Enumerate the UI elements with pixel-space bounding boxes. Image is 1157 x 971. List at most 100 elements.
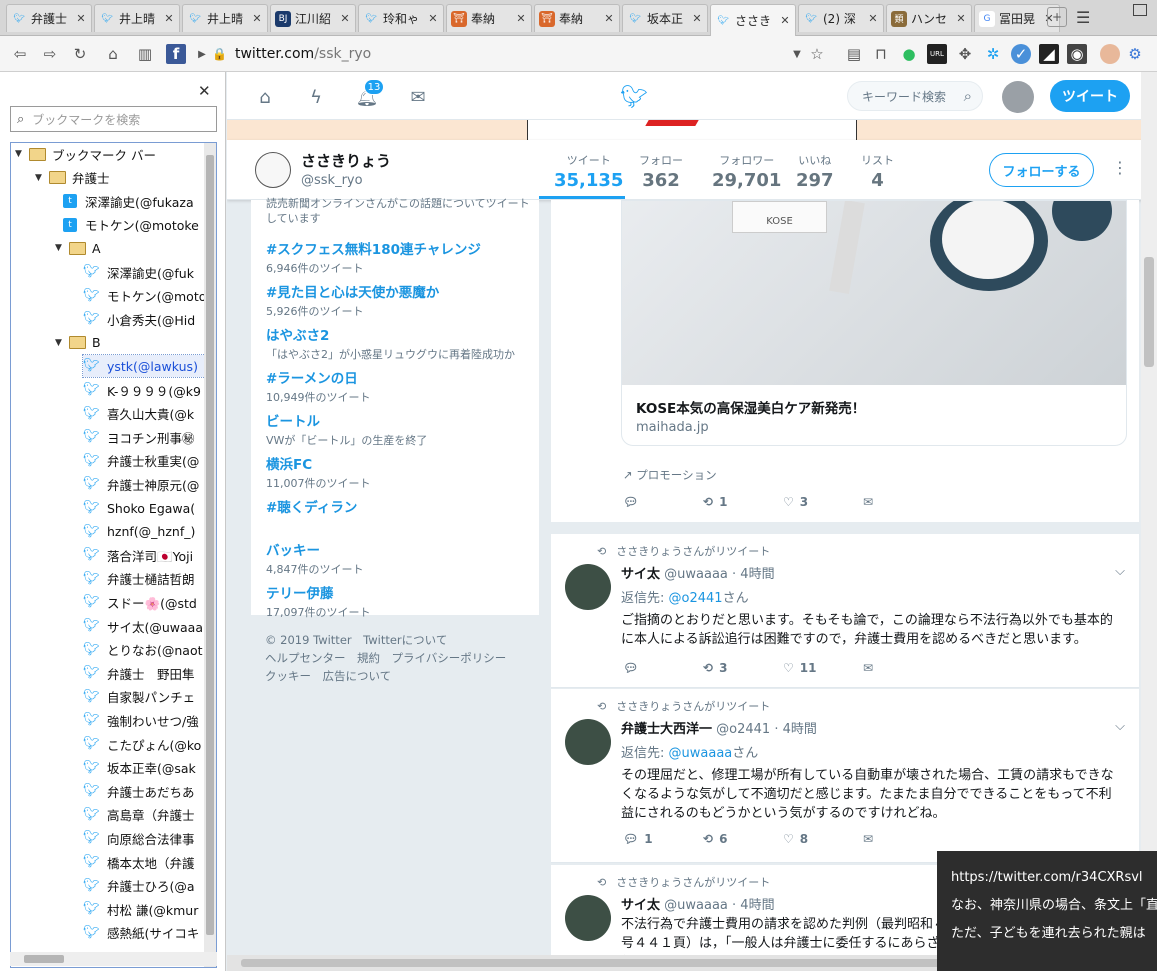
bookmark-item[interactable]: 🐦︎ 小倉秀夫(@Hid — [83, 308, 216, 330]
tweet-author[interactable]: サイ太 @uwaaaa · 4時間 — [621, 894, 775, 913]
retweet-button[interactable]: ⟲ 1 — [703, 495, 783, 509]
horizontal-scrollbar[interactable] — [10, 952, 217, 966]
like-button[interactable]: ♡ 11 — [783, 661, 863, 675]
chevron-down-icon[interactable]: ⌵ — [1115, 719, 1125, 734]
trend-item[interactable]: #見た目と心は天使か悪魔か 5,926件のツイート — [266, 281, 531, 319]
close-tab-icon[interactable]: ✕ — [163, 12, 175, 25]
extension-icon[interactable]: ✲ — [983, 44, 1003, 64]
trend-item[interactable]: #スクフェス無料180連チャレンジ 6,946件のツイート — [266, 238, 531, 276]
bookmark-item[interactable]: 🐦︎ 向原総合法律事 — [83, 827, 216, 849]
footer-line-2[interactable]: ヘルプセンター 規約 プライバシーポリシー — [265, 650, 506, 666]
bookmark-item[interactable]: 🐦︎ 弁護士 野田隼 — [83, 662, 216, 684]
home-icon[interactable]: ⌂ — [254, 86, 276, 108]
tab-7[interactable]: ⛩ 奉納 ✕ — [534, 4, 620, 32]
reply-icon[interactable]: 💬︎ — [623, 495, 703, 509]
bookmark-item[interactable]: 🐦︎ ヨコチン刑事㊙ — [83, 426, 216, 448]
url-shortener-icon[interactable]: URL — [927, 44, 947, 64]
twitter-bird-icon[interactable]: 🐦︎ — [620, 85, 648, 110]
bookmark-item[interactable]: 🐦︎ Shoko Egawa( — [83, 497, 216, 519]
trend-item[interactable]: ビートル VWが「ビートル」の生産を終了 — [266, 410, 531, 448]
tweet-author[interactable]: 弁護士大西洋一 @o2441 · 4時間 — [621, 718, 817, 737]
trend-item[interactable]: #聴くディラン — [266, 496, 531, 518]
like-button[interactable]: ♡ 8 — [783, 832, 863, 846]
avatar[interactable] — [1002, 81, 1034, 113]
back-icon[interactable]: ⇦ — [10, 44, 30, 64]
bookmark-search-input[interactable]: ⌕ ブックマークを検索 — [10, 106, 217, 132]
tweet-avatar[interactable] — [565, 564, 611, 610]
bookmark-item[interactable]: 🐦︎ 弁護士神原元(@ — [83, 473, 216, 495]
retweet-button[interactable]: ⟲ 3 — [703, 661, 783, 675]
close-icon[interactable]: ✕ — [198, 82, 211, 100]
expand-triangle-icon[interactable]: ▼ — [15, 149, 29, 159]
dm-icon[interactable]: ✉ — [863, 495, 943, 509]
bookmark-folder[interactable]: ▼ A — [55, 237, 216, 259]
settings-gear-icon[interactable]: ⚙ — [1125, 44, 1145, 64]
bookmark-item[interactable]: t モトケン(@motoke — [63, 214, 216, 236]
new-tab-button[interactable]: + — [1047, 7, 1067, 27]
evernote-icon[interactable]: ● — [899, 44, 919, 64]
profile-stat-4[interactable]: いいね 297 — [796, 152, 834, 191]
bookmark-item[interactable]: 🐦︎ こたぴょん(@ko — [83, 733, 216, 755]
reload-icon[interactable]: ↻ — [70, 44, 90, 64]
chevron-down-icon[interactable]: ⌵ — [1115, 564, 1125, 579]
bookmark-item[interactable]: 🐦︎ 高島章（弁護士 — [83, 804, 216, 826]
reply-button[interactable]: 💬︎ — [623, 661, 703, 675]
bookmark-item[interactable]: 🐦︎ 弁護士あだちあ — [83, 780, 216, 802]
bookmark-item[interactable]: 🐦︎ 強制わいせつ/強 — [83, 709, 216, 731]
bookmark-item[interactable]: 🐦︎ モトケン(@moto — [83, 285, 216, 307]
move-icon[interactable]: ✥ — [955, 44, 975, 64]
dm-icon[interactable]: ✉ — [863, 661, 943, 675]
close-tab-icon[interactable]: ✕ — [251, 12, 263, 25]
expand-triangle-icon[interactable]: ▼ — [55, 338, 69, 348]
bookmark-item[interactable]: 🐦︎ 深澤諭史(@fuk — [83, 261, 216, 283]
dm-icon[interactable]: ✉ — [863, 832, 943, 846]
messages-envelope-icon[interactable]: ✉ — [407, 86, 429, 108]
expand-triangle-icon[interactable]: ▼ — [35, 173, 49, 183]
bookmark-icon[interactable]: ⊓ — [871, 44, 891, 64]
profile-stat-5[interactable]: リスト 4 — [861, 152, 894, 191]
twitter-search-input[interactable]: キーワード検索 ⌕ — [847, 81, 983, 111]
bookmark-folder[interactable]: ▼ B — [55, 332, 216, 354]
profile-stat-2[interactable]: フォロー 362 — [639, 152, 683, 191]
bookmark-item[interactable]: 🐦︎ 村松 謙(@kmur — [83, 898, 216, 920]
close-tab-icon[interactable]: ✕ — [955, 12, 967, 25]
tweet-time[interactable]: · 4時間 — [732, 898, 775, 913]
like-button[interactable]: ♡ 3 — [783, 495, 863, 509]
close-tab-icon[interactable]: ✕ — [691, 12, 703, 25]
reading-list-icon[interactable]: ▤ — [844, 44, 864, 64]
trend-item[interactable]: テリー伊藤 17,097件のツイート — [266, 582, 531, 620]
tweet-time[interactable]: · 4時間 — [774, 722, 817, 737]
tagging-icon[interactable]: ◢ — [1039, 44, 1059, 64]
tweet-button[interactable]: ツイート — [1050, 80, 1130, 112]
reply-link[interactable]: @uwaaaa — [669, 746, 733, 761]
bookmark-item[interactable]: 🐦︎ スドー🌸(@std — [83, 591, 216, 613]
extension-circle-icon[interactable]: ✓ — [1011, 44, 1031, 64]
tweet-author[interactable]: サイ太 @uwaaaa · 4時間 — [621, 563, 775, 582]
tweet[interactable]: ⟲ ささきりょうさんがリツイート 弁護士大西洋一 @o2441 · 4時間 ⌵ 返信先:… — [551, 689, 1139, 863]
profile-handle[interactable]: @ssk_ryo — [301, 173, 363, 188]
bookmark-item[interactable]: 🐦︎ ystk(@lawkus) — [82, 354, 216, 379]
footer-line-3[interactable]: クッキー 広告について — [265, 668, 391, 684]
promo-card[interactable]: KOSE KOSE本気の高保湿美白ケア新発売！ maihada.jp — [621, 200, 1127, 446]
tab-6[interactable]: ⛩ 奉納 ✕ — [446, 4, 532, 32]
close-tab-icon[interactable]: ✕ — [867, 12, 879, 25]
close-tab-icon[interactable]: ✕ — [779, 14, 791, 27]
tab-10[interactable]: 🐦︎ (2) 深 ✕ — [798, 4, 884, 32]
close-tab-icon[interactable]: ✕ — [427, 12, 439, 25]
tab-3[interactable]: 🐦︎ 井上晴 ✕ — [182, 4, 268, 32]
bookmark-item[interactable]: 🐦︎ 橋本太地（弁護 — [83, 851, 216, 873]
star-icon[interactable]: ☆ — [807, 44, 827, 64]
overflow-chevron-icon[interactable]: ▶ — [192, 44, 212, 64]
profile-stat-1[interactable]: ツイート 35,135 — [554, 152, 623, 191]
tab-8[interactable]: 🐦︎ 坂本正 ✕ — [622, 4, 708, 32]
url-dropdown-icon[interactable]: ▼ — [787, 44, 807, 64]
reply-button[interactable]: 💬︎ 1 — [623, 832, 703, 846]
profile-avatar[interactable] — [255, 152, 291, 188]
bookmark-folder[interactable]: ▼ ブックマーク バー — [15, 143, 215, 165]
trend-item[interactable]: #ラーメンの日 10,949件のツイート — [266, 367, 531, 405]
bookmark-item[interactable]: t 深澤諭史(@fukaza — [63, 190, 216, 212]
screenshot-icon[interactable]: ◉ — [1067, 44, 1087, 64]
trend-item[interactable]: 横浜FC 11,007件のツイート — [266, 453, 531, 491]
follow-button[interactable]: フォローする — [989, 153, 1094, 187]
tab-2[interactable]: 🐦︎ 井上晴 ✕ — [94, 4, 180, 32]
